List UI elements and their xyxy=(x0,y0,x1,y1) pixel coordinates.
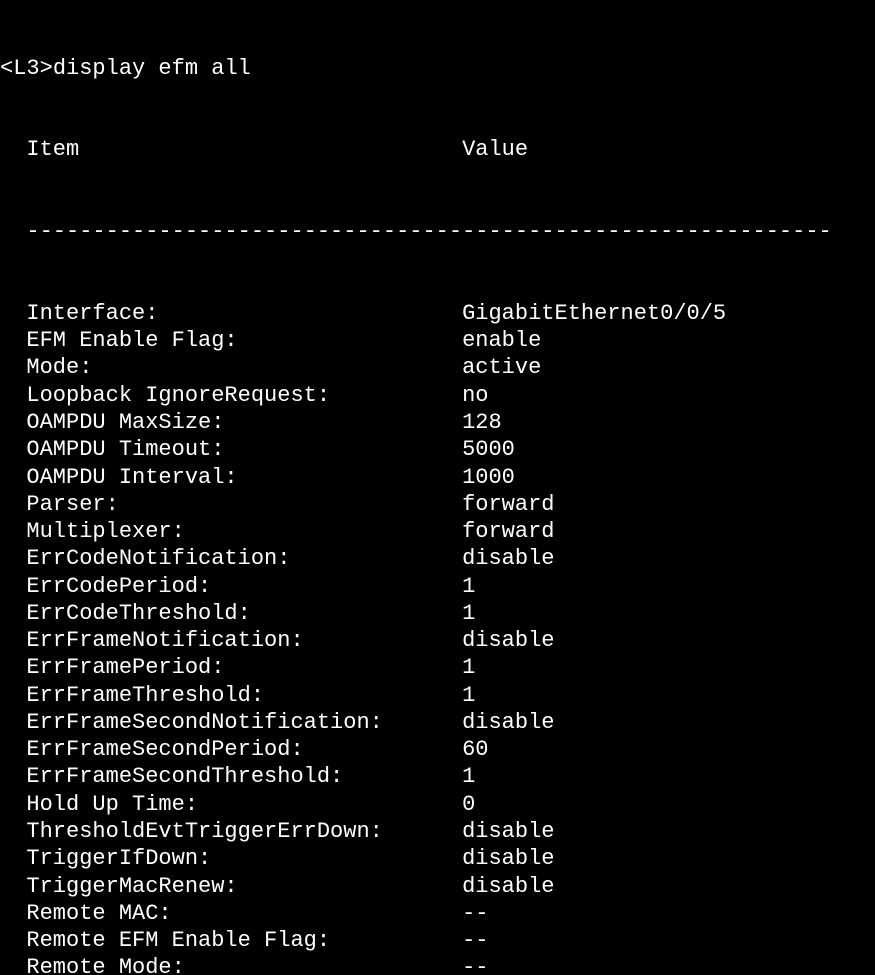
row-item: ErrCodePeriod: xyxy=(0,573,462,600)
row-value: active xyxy=(462,354,541,381)
divider-line: ----------------------------------------… xyxy=(0,218,875,245)
table-row: Mode: active xyxy=(0,354,875,381)
table-row: ErrCodeThreshold: 1 xyxy=(0,600,875,627)
row-item: Parser: xyxy=(0,491,462,518)
row-value: disable xyxy=(462,873,554,900)
table-row: Interface: GigabitEthernet0/0/5 xyxy=(0,300,875,327)
row-value: -- xyxy=(462,927,488,954)
row-value: 128 xyxy=(462,409,502,436)
row-value: 1 xyxy=(462,600,475,627)
row-item: ErrFrameNotification: xyxy=(0,627,462,654)
row-value: 1 xyxy=(462,763,475,790)
table-row: Parser: forward xyxy=(0,491,875,518)
table-row: Remote EFM Enable Flag: -- xyxy=(0,927,875,954)
table-row: ErrFrameSecondPeriod: 60 xyxy=(0,736,875,763)
table-row: ErrCodeNotification: disable xyxy=(0,545,875,572)
command-text: display efm all xyxy=(53,56,251,81)
table-row: ErrFramePeriod: 1 xyxy=(0,654,875,681)
table-row: ErrCodePeriod: 1 xyxy=(0,573,875,600)
row-item: ErrCodeNotification: xyxy=(0,545,462,572)
row-value: disable xyxy=(462,545,554,572)
row-value: 1000 xyxy=(462,464,515,491)
row-item: Multiplexer: xyxy=(0,518,462,545)
table-row: OAMPDU Timeout: 5000 xyxy=(0,436,875,463)
row-value: no xyxy=(462,382,488,409)
row-item: OAMPDU MaxSize: xyxy=(0,409,462,436)
row-value: -- xyxy=(462,900,488,927)
row-value: 0 xyxy=(462,791,475,818)
row-value: disable xyxy=(462,627,554,654)
table-row: TriggerIfDown: disable xyxy=(0,845,875,872)
row-item: ErrFramePeriod: xyxy=(0,654,462,681)
table-row: Multiplexer: forward xyxy=(0,518,875,545)
row-item: ThresholdEvtTriggerErrDown: xyxy=(0,818,462,845)
row-item: Remote MAC: xyxy=(0,900,462,927)
row-item: OAMPDU Timeout: xyxy=(0,436,462,463)
table-row: OAMPDU MaxSize: 128 xyxy=(0,409,875,436)
row-item: Loopback IgnoreRequest: xyxy=(0,382,462,409)
row-item: ErrFrameThreshold: xyxy=(0,682,462,709)
row-item: ErrFrameSecondThreshold: xyxy=(0,763,462,790)
row-value: 1 xyxy=(462,654,475,681)
table-row: ErrFrameNotification: disable xyxy=(0,627,875,654)
row-value: 60 xyxy=(462,736,488,763)
row-item: OAMPDU Interval: xyxy=(0,464,462,491)
row-item: ErrFrameSecondPeriod: xyxy=(0,736,462,763)
table-row: TriggerMacRenew: disable xyxy=(0,873,875,900)
row-item: Remote Mode: xyxy=(0,954,462,975)
row-item: Hold Up Time: xyxy=(0,791,462,818)
table-row: EFM Enable Flag: enable xyxy=(0,327,875,354)
terminal-output: <L3>display efm all Item Value ---------… xyxy=(0,0,875,975)
table-row: ErrFrameSecondThreshold: 1 xyxy=(0,763,875,790)
row-item: ErrFrameSecondNotification: xyxy=(0,709,462,736)
header-row: Item Value xyxy=(0,136,875,163)
command-line[interactable]: <L3>display efm all xyxy=(0,55,875,82)
row-value: 1 xyxy=(462,573,475,600)
row-value: disable xyxy=(462,845,554,872)
prompt: <L3> xyxy=(0,56,53,81)
table-row: OAMPDU Interval: 1000 xyxy=(0,464,875,491)
row-value: forward xyxy=(462,518,554,545)
row-value: enable xyxy=(462,327,541,354)
row-value: forward xyxy=(462,491,554,518)
row-item: ErrCodeThreshold: xyxy=(0,600,462,627)
row-item: Remote EFM Enable Flag: xyxy=(0,927,462,954)
row-value: GigabitEthernet0/0/5 xyxy=(462,300,726,327)
table-row: ThresholdEvtTriggerErrDown: disable xyxy=(0,818,875,845)
row-value: 1 xyxy=(462,682,475,709)
row-item: Mode: xyxy=(0,354,462,381)
row-value: 5000 xyxy=(462,436,515,463)
header-item: Item xyxy=(0,136,462,163)
table-row: ErrFrameThreshold: 1 xyxy=(0,682,875,709)
row-item: TriggerIfDown: xyxy=(0,845,462,872)
row-value: disable xyxy=(462,709,554,736)
table-row: Remote Mode: -- xyxy=(0,954,875,975)
row-item: Interface: xyxy=(0,300,462,327)
row-value: disable xyxy=(462,818,554,845)
row-value: -- xyxy=(462,954,488,975)
row-item: TriggerMacRenew: xyxy=(0,873,462,900)
row-item: EFM Enable Flag: xyxy=(0,327,462,354)
header-value: Value xyxy=(462,136,528,163)
table-row: Remote MAC: -- xyxy=(0,900,875,927)
table-row: ErrFrameSecondNotification: disable xyxy=(0,709,875,736)
table-row: Loopback IgnoreRequest: no xyxy=(0,382,875,409)
table-row: Hold Up Time: 0 xyxy=(0,791,875,818)
